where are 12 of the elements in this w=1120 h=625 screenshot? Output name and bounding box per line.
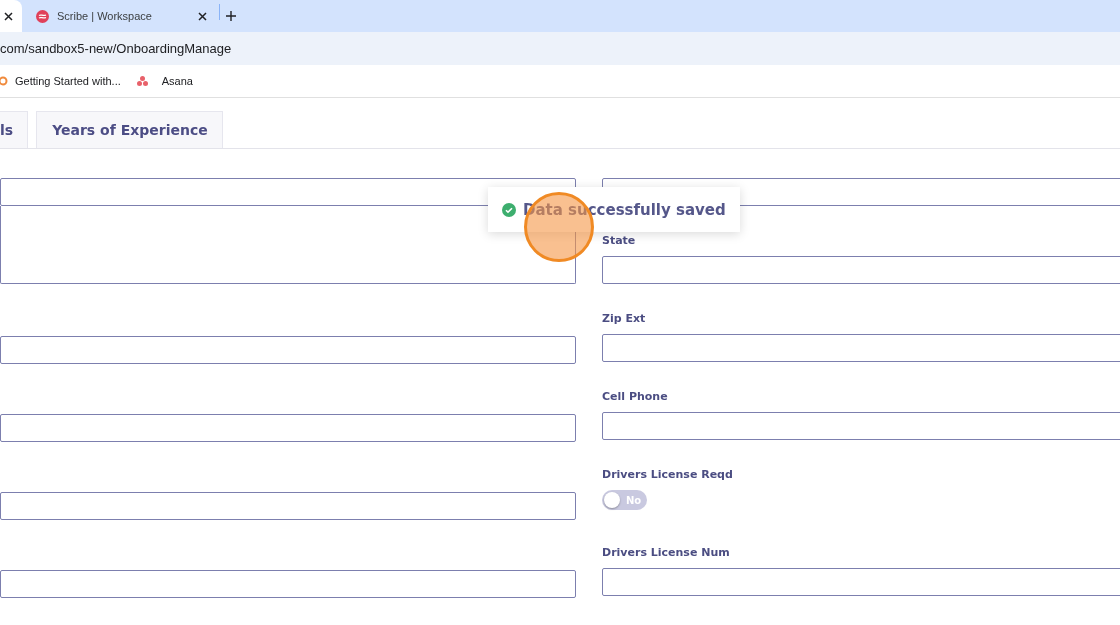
field-label: Drivers License Num bbox=[602, 545, 731, 561]
browser-tab[interactable]: Scribe | Workspace bbox=[22, 0, 217, 32]
bookmark[interactable]: Getting Started with... bbox=[0, 75, 121, 87]
address-bar[interactable]: com/sandbox5-new/OnboardingManage bbox=[0, 32, 1120, 65]
page-tab[interactable]: ls bbox=[0, 111, 29, 148]
tab-title: Scribe | Workspace bbox=[57, 10, 153, 22]
field-label: Cell Phone bbox=[602, 389, 669, 405]
field-label: Zip Ext bbox=[602, 311, 647, 327]
page-tab[interactable]: Years of Experience bbox=[36, 111, 223, 148]
field-label: Drivers License Reqd bbox=[602, 467, 734, 483]
bookmark[interactable]: Asana bbox=[136, 75, 193, 87]
field-label: State bbox=[602, 233, 637, 249]
